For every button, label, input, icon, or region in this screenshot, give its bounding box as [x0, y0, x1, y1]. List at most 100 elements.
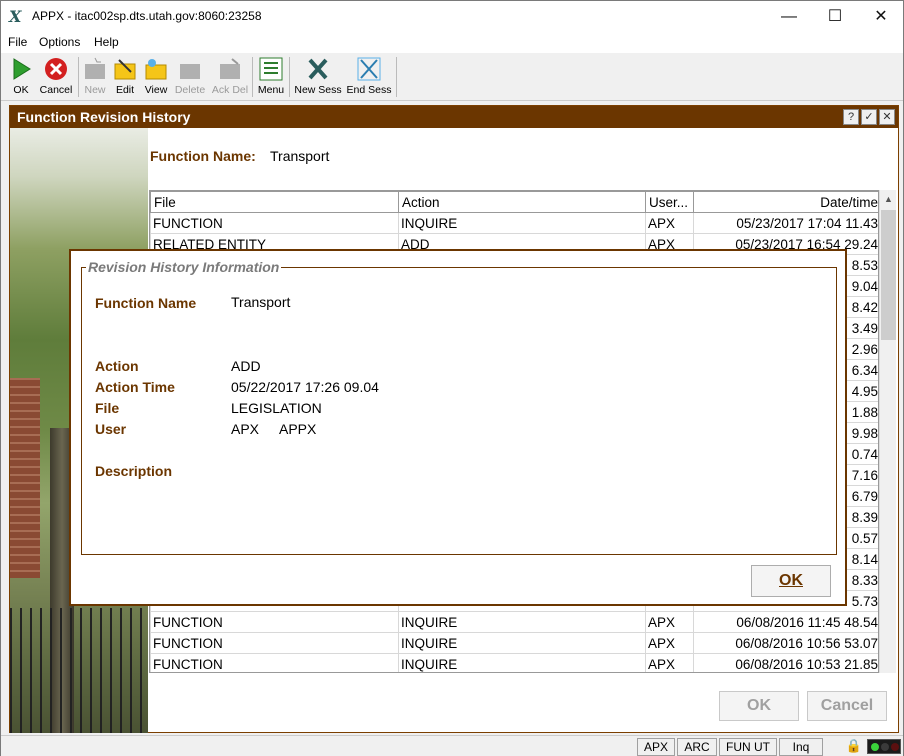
dialog-action-time-value: 05/22/2017 17:26 09.04: [231, 379, 379, 395]
maximize-button[interactable]: ☐: [812, 1, 858, 32]
cell-datetime: 06/08/2016 11:45 48.54: [693, 611, 878, 633]
cell-file: FUNCTION: [150, 212, 399, 234]
panel-ok-button[interactable]: OK: [719, 691, 799, 721]
menu-options[interactable]: Options: [39, 35, 80, 49]
table-row[interactable]: FUNCTION INQUIRE APX 06/08/2016 10:56 53.07: [150, 632, 878, 654]
connection-lights-icon: [867, 739, 901, 754]
window-title: APPX - itac002sp.dts.utah.gov:8060:23258: [32, 9, 262, 23]
dialog-user-value: APX: [231, 421, 260, 437]
help-button[interactable]: ?: [843, 109, 859, 125]
toolbar-separator: [396, 57, 397, 97]
revision-history-dialog: Revision History Information Function Na…: [69, 249, 847, 606]
column-header-user[interactable]: User...: [645, 191, 694, 213]
toolbar-separator: [78, 57, 79, 97]
cell-action: INQUIRE: [398, 611, 646, 633]
new-record-icon: [85, 57, 105, 79]
status-fun: FUN UT: [719, 738, 777, 756]
table-row[interactable]: FUNCTION INQUIRE APX 05/23/2017 17:04 11.43: [150, 212, 878, 234]
menu-help[interactable]: Help: [94, 35, 119, 49]
status-apx: APX: [637, 738, 675, 756]
function-name-value: Transport: [270, 148, 330, 164]
close-button[interactable]: ✕: [858, 1, 904, 32]
delete-toolbar-button[interactable]: Delete: [173, 55, 207, 99]
toolbar-separator: [252, 57, 253, 97]
app-window: X APPX - itac002sp.dts.utah.gov:8060:232…: [0, 0, 904, 756]
ack-delete-icon: [220, 58, 240, 79]
cell-datetime: 05/23/2017 17:04 11.43: [693, 212, 878, 234]
function-name-label: Function Name:: [150, 148, 256, 164]
view-folder-icon: [145, 59, 167, 80]
status-arc: ARC: [677, 738, 717, 756]
view-toolbar-label: View: [144, 84, 168, 96]
dialog-description-label: Description: [95, 463, 173, 479]
menu-toolbar-button[interactable]: Menu: [255, 55, 287, 99]
red-light-icon: [891, 743, 899, 751]
toolbar-separator: [289, 57, 290, 97]
ok-toolbar-label: OK: [13, 84, 29, 96]
appx-logo-icon: X: [9, 7, 22, 26]
cancel-toolbar-button[interactable]: Cancel: [37, 55, 75, 99]
panel-close-button[interactable]: ✕: [879, 109, 895, 125]
dialog-function-name-value: Transport: [231, 294, 291, 310]
edit-pencil-icon: [114, 59, 136, 80]
cell-file: FUNCTION: [150, 653, 399, 672]
ack-del-toolbar-button[interactable]: Ack Del: [211, 55, 249, 99]
view-toolbar-button[interactable]: View: [142, 55, 170, 99]
end-session-button[interactable]: End Sess: [345, 55, 393, 99]
menu-bar: File Options Help: [1, 32, 903, 53]
column-header-action[interactable]: Action: [398, 191, 646, 213]
dialog-file-label: File: [95, 400, 120, 416]
ack-del-toolbar-label: Ack Del: [211, 84, 249, 96]
dialog-user-label: User: [95, 421, 127, 437]
edit-toolbar-label: Edit: [115, 84, 135, 96]
column-header-file[interactable]: File: [150, 191, 399, 213]
table-row[interactable]: FUNCTION INQUIRE APX 06/08/2016 10:53 21.85: [150, 653, 878, 672]
status-mode: Inq: [779, 738, 823, 756]
delete-record-icon: [180, 64, 200, 79]
dialog-user-name-value: APPX: [279, 421, 317, 437]
green-light-icon: [871, 743, 879, 751]
scroll-up-arrow-icon[interactable]: ▲: [880, 190, 897, 208]
new-toolbar-button[interactable]: New: [81, 55, 109, 99]
dialog-action-time-label: Action Time: [95, 379, 175, 395]
groupbox-title: Revision History Information: [86, 259, 282, 275]
lock-icon: 🔒: [845, 738, 863, 753]
cancel-toolbar-label: Cancel: [39, 84, 73, 96]
table-row[interactable]: FUNCTION INQUIRE APX 06/08/2016 11:45 48.54: [150, 611, 878, 633]
accept-button[interactable]: ✓: [861, 109, 877, 125]
cell-datetime: 06/08/2016 10:56 53.07: [693, 632, 878, 654]
toolbar: OK Cancel New Edit View Delete Ack Del M…: [1, 53, 903, 101]
dialog-file-value: LEGISLATION: [231, 400, 322, 416]
amber-light-icon: [881, 743, 889, 751]
minimize-button[interactable]: —: [766, 1, 812, 32]
menu-list-icon: [259, 57, 283, 81]
dialog-action-label: Action: [95, 358, 139, 374]
play-arrow-icon: [13, 58, 31, 80]
cell-action: INQUIRE: [398, 653, 646, 672]
cancel-x-icon: [45, 58, 67, 80]
cell-user: APX: [645, 632, 694, 654]
title-bar: X APPX - itac002sp.dts.utah.gov:8060:232…: [1, 1, 903, 32]
new-session-button[interactable]: New Sess: [292, 55, 344, 99]
panel-cancel-button[interactable]: Cancel: [807, 691, 887, 721]
brick-wall-image: [10, 378, 40, 578]
delete-toolbar-label: Delete: [174, 84, 206, 96]
scroll-thumb[interactable]: [881, 210, 896, 340]
revision-history-groupbox: Revision History Information Function Na…: [81, 259, 837, 555]
cell-datetime: 06/08/2016 10:53 21.85: [693, 653, 878, 672]
menu-file[interactable]: File: [8, 35, 27, 49]
new-toolbar-label: New: [84, 84, 106, 96]
cell-action: INQUIRE: [398, 212, 646, 234]
menu-toolbar-label: Menu: [257, 84, 285, 96]
new-session-label: New Sess: [294, 84, 342, 96]
edit-toolbar-button[interactable]: Edit: [111, 55, 139, 99]
cell-user: APX: [645, 212, 694, 234]
dialog-ok-button[interactable]: OK: [751, 565, 831, 597]
table-vertical-scrollbar[interactable]: ▲: [879, 190, 896, 673]
dialog-function-name-label: Function Name: [95, 295, 197, 311]
new-session-x-icon: [308, 58, 328, 80]
ok-toolbar-button[interactable]: OK: [5, 55, 37, 99]
cell-file: FUNCTION: [150, 611, 399, 633]
iron-fence-image: [10, 608, 148, 733]
column-header-datetime[interactable]: Date/time: [693, 191, 878, 213]
